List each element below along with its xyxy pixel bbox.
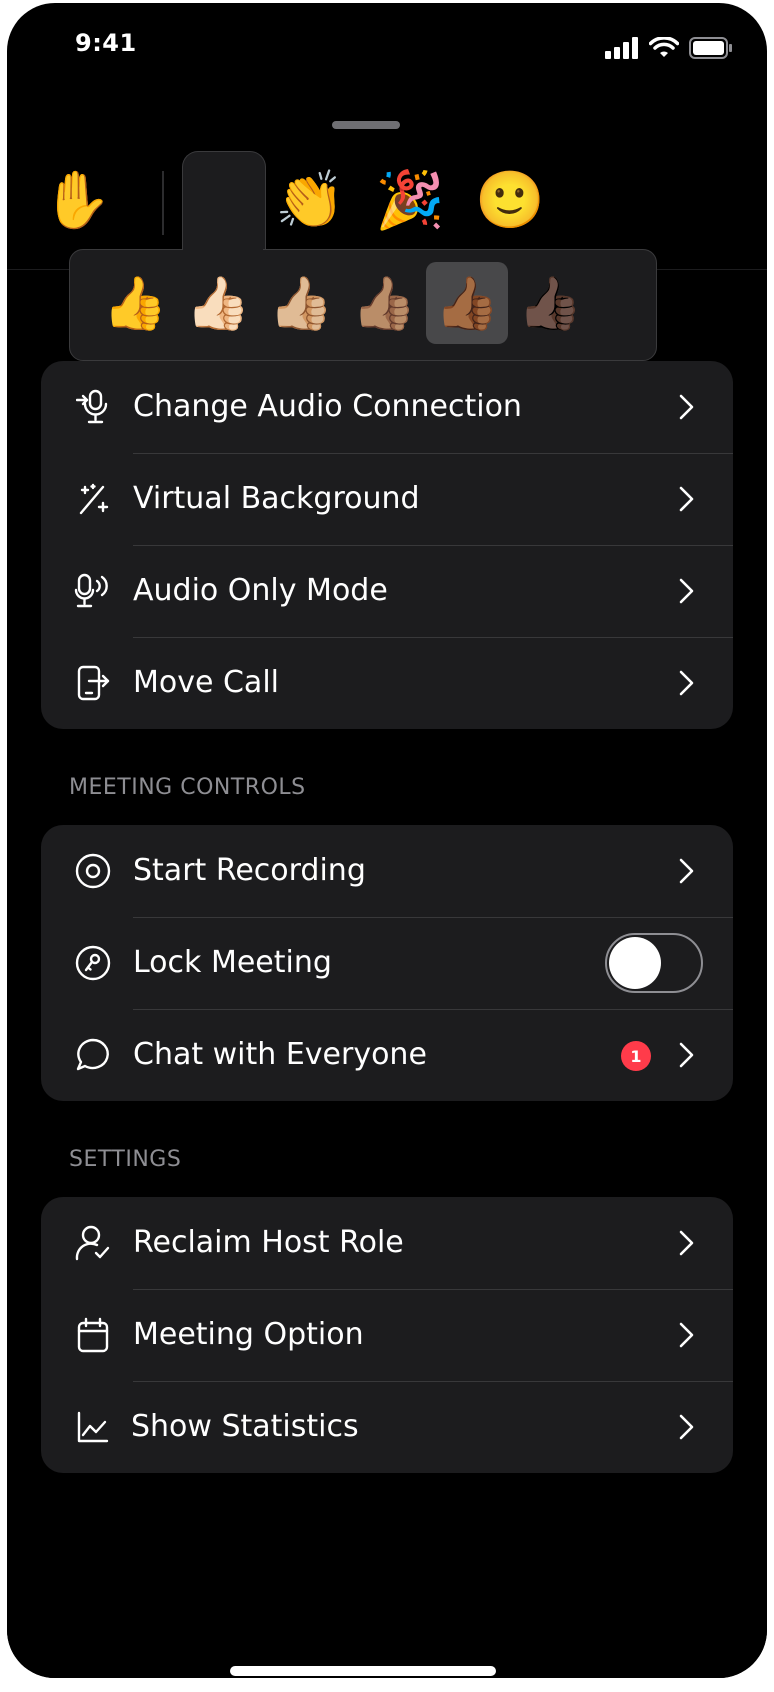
- audio-connection-icon: [71, 385, 115, 429]
- lock-meeting-row: Lock Meeting: [41, 917, 733, 1009]
- chat-bubble-icon: [71, 1033, 115, 1077]
- magic-wand-icon: [71, 477, 115, 521]
- settings-card: Reclaim Host Role Meeting Option Show St…: [41, 1197, 733, 1473]
- cellular-signal-icon: [605, 37, 638, 59]
- audio-only-mode-row[interactable]: Audio Only Mode: [41, 545, 733, 637]
- skin-tone-default[interactable]: 👍: [94, 262, 176, 344]
- meeting-controls-card: Start Recording Lock Meeting Chat with E…: [41, 825, 733, 1101]
- calendar-icon: [71, 1313, 115, 1357]
- status-time: 9:41: [75, 29, 137, 57]
- chevron-right-icon: [679, 1322, 694, 1348]
- chevron-right-icon: [679, 670, 694, 696]
- chevron-right-icon: [679, 1230, 694, 1256]
- reactions-bar: ✋ 👏 🎉 🙂 😆 😮: [7, 151, 767, 251]
- start-recording-label: Start Recording: [133, 853, 366, 888]
- reactions-divider: [162, 171, 164, 235]
- microphone-waves-icon: [71, 569, 115, 613]
- start-recording-row[interactable]: Start Recording: [41, 825, 733, 917]
- chevron-right-icon: [679, 1042, 694, 1068]
- move-call-label: Move Call: [133, 665, 279, 700]
- home-indicator[interactable]: [230, 1666, 496, 1676]
- reclaim-host-role-label: Reclaim Host Role: [133, 1225, 404, 1260]
- meeting-controls-header: MEETING CONTROLS: [69, 775, 306, 800]
- chevron-right-icon: [679, 1414, 694, 1440]
- change-audio-connection-row[interactable]: Change Audio Connection: [41, 361, 733, 453]
- move-call-icon: [71, 661, 115, 705]
- chevron-right-icon: [679, 394, 694, 420]
- lock-meeting-label: Lock Meeting: [133, 945, 332, 980]
- chat-with-everyone-row[interactable]: Chat with Everyone 1: [41, 1009, 733, 1101]
- chevron-right-icon: [679, 578, 694, 604]
- skin-tone-medium-dark[interactable]: 👍🏾: [426, 262, 508, 344]
- show-statistics-label: Show Statistics: [131, 1409, 359, 1444]
- meeting-option-label: Meeting Option: [133, 1317, 364, 1352]
- skin-tone-picker: 👍 👍🏻 👍🏼 👍🏽 👍🏾 👍🏿: [69, 249, 657, 361]
- toggle-knob: [609, 937, 661, 989]
- lock-meeting-toggle[interactable]: [605, 933, 703, 993]
- popover-tab-join: [183, 246, 263, 256]
- settings-header: SETTINGS: [69, 1147, 182, 1172]
- reaction-laughing-face[interactable]: 😆: [562, 151, 658, 251]
- audio-options-card: Change Audio Connection Virtual Backgrou…: [41, 361, 733, 729]
- battery-icon: [689, 37, 732, 59]
- skin-tone-light[interactable]: 👍🏻: [177, 262, 259, 344]
- lock-icon: [71, 941, 115, 985]
- skin-tone-medium[interactable]: 👍🏽: [343, 262, 425, 344]
- unread-count-badge: 1: [621, 1041, 651, 1071]
- skin-tone-medium-light[interactable]: 👍🏼: [260, 262, 342, 344]
- notch: [177, 3, 597, 67]
- statistics-chart-icon: [71, 1405, 115, 1449]
- virtual-background-label: Virtual Background: [133, 481, 420, 516]
- sheet-grabber[interactable]: [332, 121, 400, 129]
- reaction-surprised-face[interactable]: 😮: [662, 151, 758, 251]
- audio-only-mode-label: Audio Only Mode: [133, 573, 388, 608]
- show-statistics-row[interactable]: Show Statistics: [41, 1381, 733, 1473]
- change-audio-connection-label: Change Audio Connection: [133, 389, 522, 424]
- reaction-party-popper[interactable]: 🎉: [362, 151, 458, 251]
- reaction-smiling-face[interactable]: 🙂: [462, 151, 558, 251]
- status-indicators: [605, 37, 733, 59]
- skin-tone-dark[interactable]: 👍🏿: [509, 262, 591, 344]
- wifi-icon: [649, 37, 679, 57]
- virtual-background-row[interactable]: Virtual Background: [41, 453, 733, 545]
- record-icon: [71, 849, 115, 893]
- phone-screen: 9:41 ✋ 👏 🎉 🙂 😆 😮 👍 👍🏻 👍🏼 👍🏽 👍🏾 👍🏿 Change…: [7, 3, 767, 1678]
- reclaim-host-role-row[interactable]: Reclaim Host Role: [41, 1197, 733, 1289]
- meeting-option-row[interactable]: Meeting Option: [41, 1289, 733, 1381]
- move-call-row[interactable]: Move Call: [41, 637, 733, 729]
- more-options-sheet: ✋ 👏 🎉 🙂 😆 😮 👍 👍🏻 👍🏼 👍🏽 👍🏾 👍🏿 Change Audi…: [7, 111, 767, 1678]
- chevron-right-icon: [679, 858, 694, 884]
- reaction-raised-hand[interactable]: ✋: [29, 151, 125, 251]
- reaction-clapping-hands[interactable]: 👏: [262, 151, 358, 251]
- chat-with-everyone-label: Chat with Everyone: [133, 1037, 427, 1072]
- chevron-right-icon: [679, 486, 694, 512]
- host-role-icon: [71, 1221, 115, 1265]
- thumbs-up-reaction-slot[interactable]: [182, 151, 266, 254]
